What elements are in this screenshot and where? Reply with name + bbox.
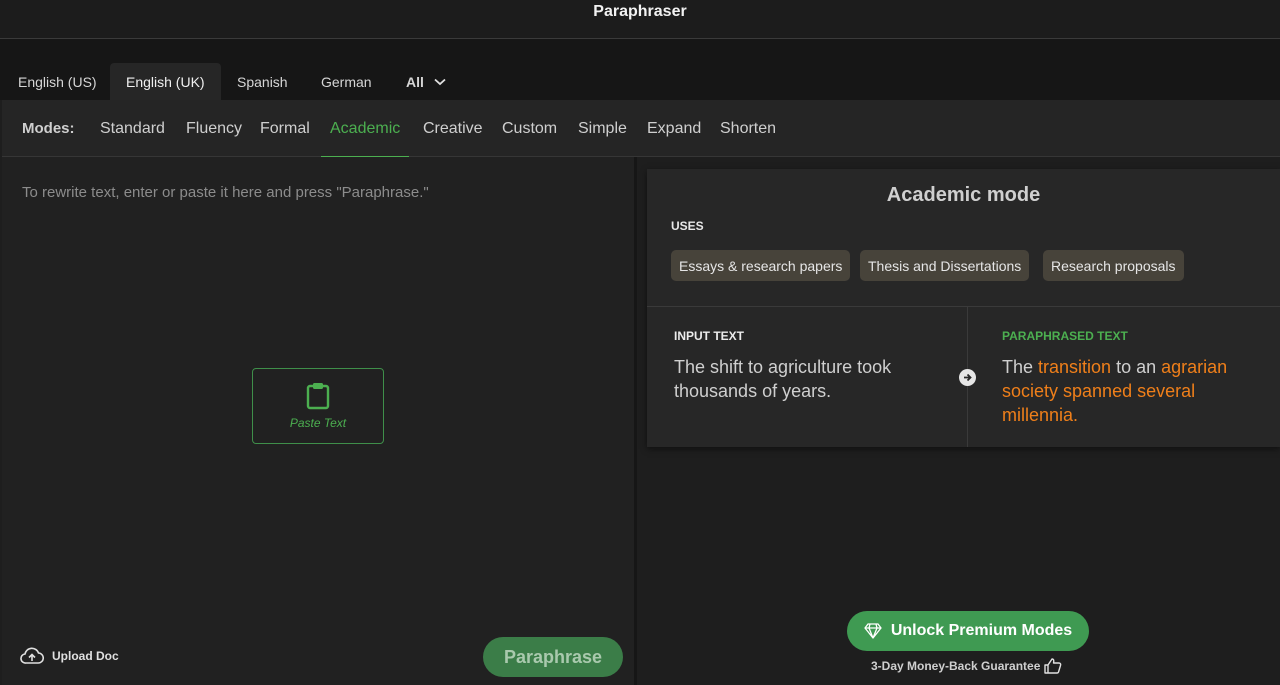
upload-doc-label: Upload Doc	[52, 649, 119, 663]
tab-german[interactable]: German	[305, 63, 388, 100]
tab-label: English (UK)	[126, 73, 205, 90]
mode-formal[interactable]: Formal	[260, 100, 310, 157]
mode-standard[interactable]: Standard	[100, 100, 165, 157]
tab-english-uk[interactable]: English (UK)	[110, 63, 221, 100]
mode-academic[interactable]: Academic	[320, 100, 410, 158]
mode-label: Standard	[100, 119, 165, 137]
guarantee-text: 3-Day Money-Back Guarantee	[871, 659, 1041, 673]
chevron-down-icon	[434, 78, 446, 85]
mode-label: Fluency	[186, 119, 243, 137]
unlock-premium-label: Unlock Premium Modes	[890, 622, 1073, 639]
mode-shorten[interactable]: Shorten	[720, 100, 776, 157]
app-title: Paraphraser	[593, 3, 687, 20]
output-text-plain: to an	[1111, 357, 1162, 377]
mode-label: Creative	[423, 119, 483, 137]
paraphrase-label: Paraphrase	[503, 646, 603, 667]
output-pane: Academic mode USES Essays & research pap…	[637, 157, 1280, 685]
use-chip: Thesis and Dissertations	[860, 250, 1030, 281]
mode-fluency[interactable]: Fluency	[186, 100, 242, 157]
mode-simple[interactable]: Simple	[578, 100, 627, 157]
modes-label: Modes:	[22, 120, 75, 137]
mode-card-title: Academic mode	[886, 184, 1041, 206]
tab-label: Spanish	[237, 73, 288, 90]
paraphrased-text-heading: PARAPHRASED TEXT	[1002, 329, 1128, 343]
mode-label: Formal	[260, 119, 310, 137]
paraphrase-button[interactable]: Paraphrase	[483, 637, 623, 677]
input-example-text: The shift to agriculture took thousands …	[674, 357, 892, 401]
mode-label: Simple	[578, 119, 627, 137]
tab-all-languages-dropdown[interactable]: All	[390, 63, 462, 100]
mode-info-card: Academic mode USES Essays & research pap…	[647, 169, 1280, 447]
clipboard-icon	[306, 383, 330, 410]
mode-label: Expand	[647, 119, 702, 137]
arrow-right-icon	[959, 369, 976, 386]
paste-text-label: Paste Text	[289, 416, 347, 430]
output-text-highlight: transition	[1038, 357, 1112, 377]
mode-creative[interactable]: Creative	[423, 100, 483, 157]
thumbs-up-icon	[1044, 658, 1062, 674]
mode-label: Shorten	[720, 119, 777, 137]
mode-custom[interactable]: Custom	[502, 100, 557, 157]
tab-label: All	[406, 73, 424, 90]
tab-label: English (US)	[18, 73, 97, 90]
paste-text-button[interactable]: Paste Text	[252, 368, 384, 444]
tab-english-us[interactable]: English (US)	[2, 63, 113, 100]
output-text-plain: The	[1002, 357, 1039, 377]
upload-doc-button[interactable]: Upload Doc	[20, 647, 119, 665]
unlock-premium-button[interactable]: Unlock Premium Modes	[847, 611, 1089, 651]
diamond-icon	[864, 623, 882, 639]
language-bar: English (US) English (UK) Spanish German…	[0, 39, 1280, 100]
uses-label: USES	[671, 219, 704, 233]
mode-expand[interactable]: Expand	[647, 100, 701, 157]
input-editor[interactable]: To rewrite text, enter or paste it here …	[2, 157, 634, 685]
editor-placeholder: To rewrite text, enter or paste it here …	[22, 184, 429, 201]
input-text-heading: INPUT TEXT	[674, 329, 745, 343]
title-bar: Paraphraser	[0, 0, 1280, 39]
modes-bar: Modes: Standard Fluency Formal Academic …	[2, 100, 1280, 158]
mode-label: Custom	[502, 119, 558, 137]
cloud-upload-icon	[20, 647, 44, 664]
money-back-guarantee: 3-Day Money-Back Guarantee	[871, 658, 1062, 674]
tab-spanish[interactable]: Spanish	[221, 63, 304, 100]
tab-label: German	[321, 73, 372, 90]
use-chip: Research proposals	[1043, 250, 1184, 281]
card-divider	[647, 306, 1280, 307]
mode-label: Academic	[330, 119, 401, 137]
use-chip: Essays & research papers	[671, 250, 851, 281]
paraphrased-example-text: The transition to an agrarian society sp…	[1002, 355, 1272, 427]
